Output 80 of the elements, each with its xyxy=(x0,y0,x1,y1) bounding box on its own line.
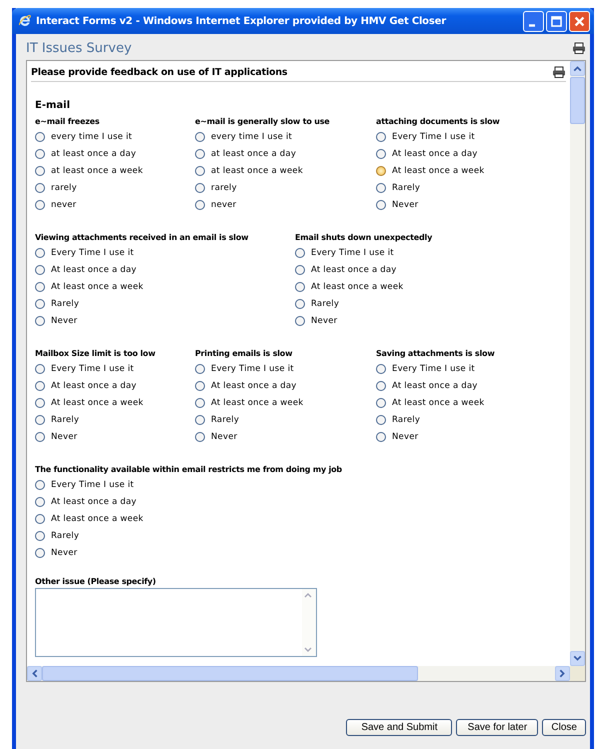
scroll-up-icon[interactable] xyxy=(570,61,585,76)
radio-option[interactable]: Never xyxy=(376,428,570,445)
radio-option[interactable]: Never xyxy=(35,312,295,329)
radio-option[interactable]: Every Time I use it xyxy=(376,128,570,145)
radio-option[interactable]: every time I use it xyxy=(35,128,195,145)
radio-option[interactable]: rarely xyxy=(195,179,376,196)
question-label: e~mail is generally slow to use xyxy=(195,117,330,126)
radio-option[interactable]: At least once a week xyxy=(35,278,295,295)
radio-option[interactable]: Rarely xyxy=(35,295,295,312)
browser-logo-icon xyxy=(18,14,32,28)
radio-option[interactable]: Rarely xyxy=(295,295,570,312)
radio-option[interactable]: Never xyxy=(376,196,570,213)
radio-option[interactable]: Never xyxy=(295,312,570,329)
radio-option[interactable]: Every Time I use it xyxy=(376,360,570,377)
radio-option[interactable]: Never xyxy=(35,544,570,561)
minimize-icon xyxy=(529,24,535,26)
close-button[interactable]: Close xyxy=(542,719,586,736)
radio-option[interactable]: At least once a day xyxy=(35,261,295,278)
question-label: Mailbox Size limit is too low xyxy=(35,349,156,358)
radio-option[interactable]: Rarely xyxy=(376,411,570,428)
radio-option[interactable]: At least once a week xyxy=(376,162,570,179)
radio-option[interactable]: At least once a day xyxy=(35,377,195,394)
radio-option[interactable]: rarely xyxy=(35,179,195,196)
radio-option[interactable]: At least once a week xyxy=(295,278,570,295)
scroll-right-icon[interactable] xyxy=(555,666,570,681)
radio-option[interactable]: Every Time I use it xyxy=(195,360,376,377)
question-label: Saving attachments is slow xyxy=(376,349,496,358)
scroll-down-icon[interactable] xyxy=(570,651,585,666)
close-button[interactable] xyxy=(569,10,590,32)
radio-option[interactable]: at least once a day xyxy=(35,145,195,162)
question-label: Viewing attachments received in an email is slow xyxy=(35,233,250,242)
radio-option[interactable]: at least once a week xyxy=(35,162,195,179)
question-label: attaching documents is slow xyxy=(376,117,501,126)
radio-option[interactable]: At least once a day xyxy=(195,377,376,394)
question-label: The functionality available within email restricts me from doing my job xyxy=(35,465,343,474)
save-and-submit-button[interactable]: Save and Submit xyxy=(346,719,452,736)
print-icon[interactable] xyxy=(572,42,586,54)
radio-option[interactable]: every time I use it xyxy=(195,128,376,145)
question-label: Email shuts down unexpectedly xyxy=(295,233,434,242)
radio-option[interactable]: Rarely xyxy=(376,179,570,196)
horizontal-scrollbar[interactable] xyxy=(27,666,585,681)
scroll-thumb[interactable] xyxy=(42,666,418,681)
radio-option[interactable]: Every Time I use it xyxy=(35,244,295,261)
scroll-left-icon[interactable] xyxy=(27,666,42,681)
page-title: IT Issues Survey xyxy=(26,40,132,56)
radio-option[interactable]: at least once a week xyxy=(195,162,376,179)
radio-option[interactable]: Every Time I use it xyxy=(35,476,570,493)
window-title: Interact Forms v2 - Windows Internet Explorer provided by HMV Get Closer xyxy=(36,16,448,26)
scroll-thumb[interactable] xyxy=(570,77,585,124)
radio-option[interactable]: At least once a day xyxy=(376,145,570,162)
print-icon[interactable] xyxy=(552,66,566,78)
radio-option[interactable]: At least once a day xyxy=(295,261,570,278)
question-label: e~mail freezes xyxy=(35,117,100,126)
radio-option[interactable]: At least once a week xyxy=(35,510,570,527)
form-heading: Please provide feedback on use of IT applications xyxy=(31,66,288,78)
close-icon xyxy=(573,14,586,28)
radio-option[interactable]: Rarely xyxy=(35,411,195,428)
radio-option[interactable]: At least once a week xyxy=(195,394,376,411)
radio-option[interactable]: never xyxy=(35,196,195,213)
vertical-scrollbar[interactable] xyxy=(570,61,585,666)
radio-option[interactable]: Never xyxy=(195,428,376,445)
field-label: Other issue (Please specify) xyxy=(35,577,157,586)
maximize-icon xyxy=(550,14,563,28)
radio-option[interactable]: Every Time I use it xyxy=(295,244,570,261)
question-label: Printing emails is slow xyxy=(195,349,294,358)
radio-option[interactable]: Every Time I use it xyxy=(35,360,195,377)
radio-option[interactable]: Rarely xyxy=(195,411,376,428)
radio-option[interactable]: At least once a day xyxy=(35,493,570,510)
radio-option[interactable]: Never xyxy=(35,428,195,445)
radio-option[interactable]: at least once a day xyxy=(195,145,376,162)
radio-option[interactable]: At least once a day xyxy=(376,377,570,394)
radio-option[interactable]: At least once a week xyxy=(35,394,195,411)
radio-option[interactable]: Rarely xyxy=(35,527,570,544)
radio-option[interactable]: never xyxy=(195,196,376,213)
section-heading: E-mail xyxy=(35,100,72,111)
scrollbar-corner xyxy=(570,666,585,681)
minimize-button[interactable] xyxy=(523,10,544,32)
radio-option[interactable]: At least once a week xyxy=(376,394,570,411)
maximize-button[interactable] xyxy=(546,10,567,32)
save-for-later-button[interactable]: Save for later xyxy=(456,719,538,736)
